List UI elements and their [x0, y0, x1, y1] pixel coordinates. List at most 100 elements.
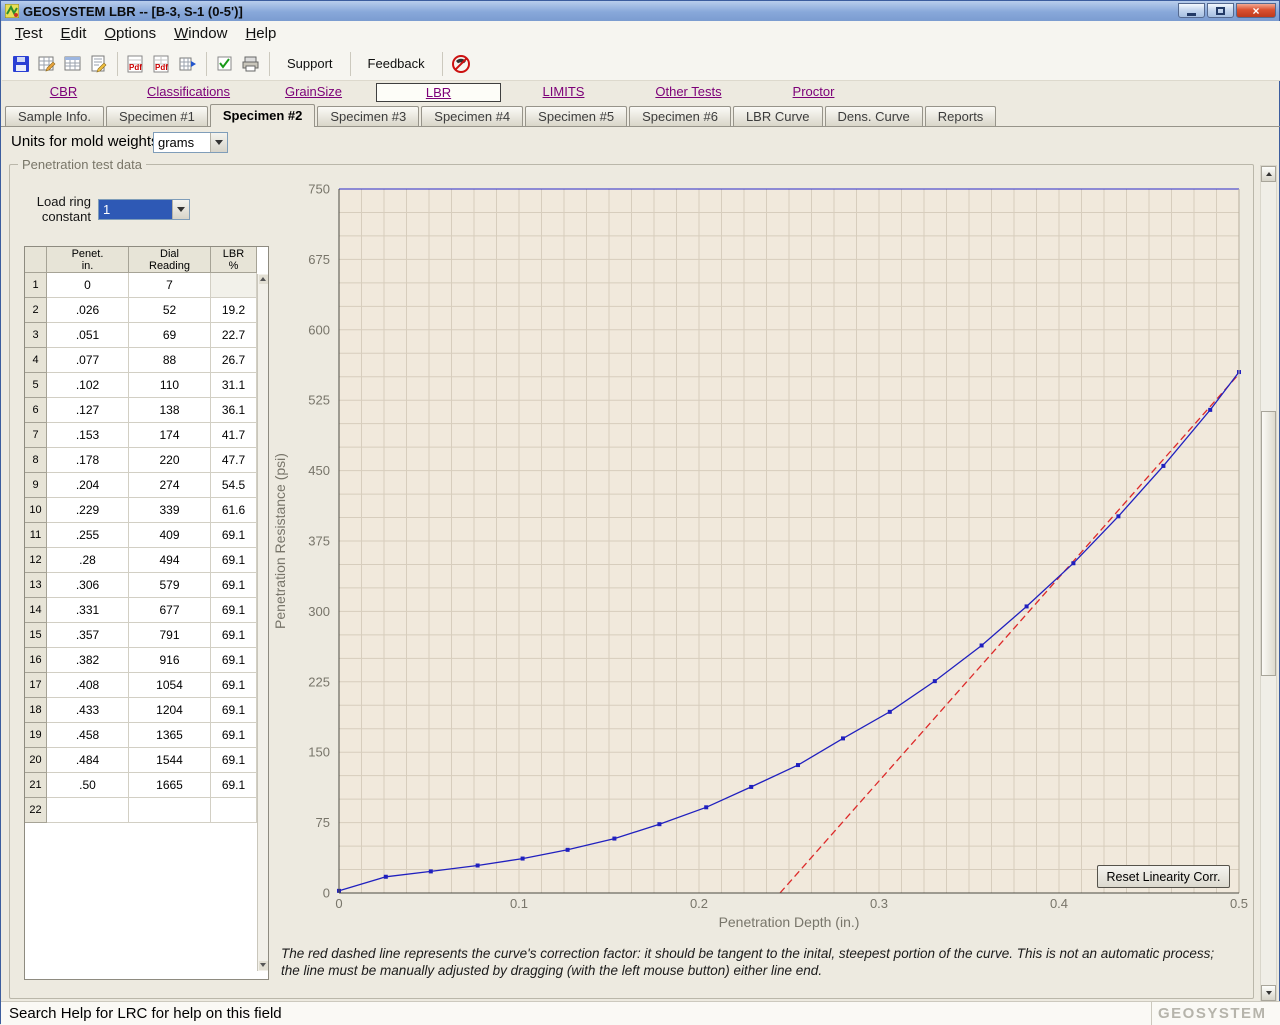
module-link-cbr[interactable]: CBR	[1, 83, 126, 102]
table-cell[interactable]: .077	[47, 348, 129, 373]
module-link-classifications[interactable]: Classifications	[126, 83, 251, 102]
tab-specimen-1[interactable]: Specimen #1	[106, 106, 208, 126]
table-cell[interactable]: 1054	[129, 673, 211, 698]
table-cell[interactable]: 1204	[129, 698, 211, 723]
table-cell[interactable]: 69	[129, 323, 211, 348]
menu-item-options[interactable]: Options	[95, 21, 165, 47]
units-dropdown[interactable]: grams	[153, 132, 228, 153]
grid-edit-icon[interactable]	[34, 51, 60, 77]
module-link-other-tests[interactable]: Other Tests	[626, 83, 751, 102]
tab-specimen-6[interactable]: Specimen #6	[629, 106, 731, 126]
reset-linearity-button[interactable]: Reset Linearity Corr.	[1097, 865, 1230, 888]
table-cell[interactable]: .229	[47, 498, 129, 523]
table-cell[interactable]: 494	[129, 548, 211, 573]
table-cell[interactable]: .051	[47, 323, 129, 348]
export-grid-icon[interactable]	[175, 51, 201, 77]
table-cell[interactable]	[211, 798, 257, 823]
close-button[interactable]: ×	[1236, 3, 1276, 18]
table-cell[interactable]: 69.1	[211, 698, 257, 723]
table-cell[interactable]: .331	[47, 598, 129, 623]
module-link-grainsize[interactable]: GrainSize	[251, 83, 376, 102]
menu-item-test[interactable]: Test	[6, 21, 52, 47]
table-cell[interactable]: 69.1	[211, 773, 257, 798]
table-cell[interactable]: 47.7	[211, 448, 257, 473]
table-cell[interactable]: .28	[47, 548, 129, 573]
table-cell[interactable]: .102	[47, 373, 129, 398]
tab-specimen-5[interactable]: Specimen #5	[525, 106, 627, 126]
table-cell[interactable]: 409	[129, 523, 211, 548]
table-cell[interactable]: 61.6	[211, 498, 257, 523]
checklist-icon[interactable]	[212, 51, 238, 77]
table-cell[interactable]: 69.1	[211, 623, 257, 648]
table-cell[interactable]: 69.1	[211, 598, 257, 623]
table-cell[interactable]: 69.1	[211, 648, 257, 673]
table-cell[interactable]: .127	[47, 398, 129, 423]
tab-specimen-3[interactable]: Specimen #3	[317, 106, 419, 126]
no-phone-icon[interactable]	[448, 51, 474, 77]
printer-icon[interactable]	[238, 51, 264, 77]
table-cell[interactable]: .408	[47, 673, 129, 698]
load-ring-constant-dropdown[interactable]: 1	[98, 199, 190, 220]
notes-icon[interactable]	[86, 51, 112, 77]
table-cell[interactable]: 274	[129, 473, 211, 498]
table-cell[interactable]	[129, 798, 211, 823]
table-cell[interactable]: 31.1	[211, 373, 257, 398]
table-cell[interactable]	[47, 798, 129, 823]
table-cell[interactable]: 1544	[129, 748, 211, 773]
table-cell[interactable]: 69.1	[211, 573, 257, 598]
table-cell[interactable]: 677	[129, 598, 211, 623]
table-cell[interactable]	[211, 273, 257, 298]
table-cell[interactable]: .204	[47, 473, 129, 498]
table-cell[interactable]: 1365	[129, 723, 211, 748]
table-cell[interactable]: 36.1	[211, 398, 257, 423]
scroll-up-button[interactable]	[1261, 166, 1276, 182]
tab-specimen-2[interactable]: Specimen #2	[210, 104, 316, 127]
pdf-report-icon[interactable]: Pdf	[123, 51, 149, 77]
table-cell[interactable]: 22.7	[211, 323, 257, 348]
scroll-down-button[interactable]	[1261, 985, 1276, 1001]
table-cell[interactable]: .50	[47, 773, 129, 798]
table-scrollbar[interactable]	[257, 274, 268, 971]
table-cell[interactable]: 7	[129, 273, 211, 298]
pdf-grid-icon[interactable]: Pdf	[149, 51, 175, 77]
menu-item-edit[interactable]: Edit	[52, 21, 96, 47]
table-cell[interactable]: .382	[47, 648, 129, 673]
table-cell[interactable]: 69.1	[211, 673, 257, 698]
table-cell[interactable]: 54.5	[211, 473, 257, 498]
chevron-down-icon[interactable]	[210, 133, 227, 152]
minimize-button[interactable]	[1178, 3, 1205, 18]
table-cell[interactable]: 220	[129, 448, 211, 473]
menu-item-window[interactable]: Window	[165, 21, 236, 47]
module-link-proctor[interactable]: Proctor	[751, 83, 876, 102]
table-cell[interactable]: 1665	[129, 773, 211, 798]
table-cell[interactable]: 110	[129, 373, 211, 398]
table-cell[interactable]: 138	[129, 398, 211, 423]
table-cell[interactable]: .178	[47, 448, 129, 473]
table-cell[interactable]: 69.1	[211, 748, 257, 773]
save-icon[interactable]	[8, 51, 34, 77]
table-cell[interactable]: .433	[47, 698, 129, 723]
table-cell[interactable]: .153	[47, 423, 129, 448]
module-link-limits[interactable]: LIMITS	[501, 83, 626, 102]
table-cell[interactable]: .357	[47, 623, 129, 648]
table-cell[interactable]: 0	[47, 273, 129, 298]
scrollbar-thumb[interactable]	[1261, 411, 1276, 676]
table-cell[interactable]: 69.1	[211, 723, 257, 748]
table-cell[interactable]: .306	[47, 573, 129, 598]
table-cell[interactable]: 41.7	[211, 423, 257, 448]
table-cell[interactable]: 339	[129, 498, 211, 523]
tab-reports[interactable]: Reports	[925, 106, 997, 126]
tab-lbr-curve[interactable]: LBR Curve	[733, 106, 823, 126]
vertical-scrollbar[interactable]	[1260, 165, 1277, 1002]
tab-dens-curve[interactable]: Dens. Curve	[825, 106, 923, 126]
table-cell[interactable]: 174	[129, 423, 211, 448]
module-link-lbr[interactable]: LBR	[376, 83, 501, 102]
table-cell[interactable]: .484	[47, 748, 129, 773]
table-cell[interactable]: .026	[47, 298, 129, 323]
support-button[interactable]: Support	[275, 51, 345, 77]
table-scroll-up-icon[interactable]	[259, 275, 268, 284]
table-cell[interactable]: 19.2	[211, 298, 257, 323]
table-scroll-down-icon[interactable]	[259, 961, 268, 970]
menu-item-help[interactable]: Help	[236, 21, 285, 47]
table-cell[interactable]: .458	[47, 723, 129, 748]
